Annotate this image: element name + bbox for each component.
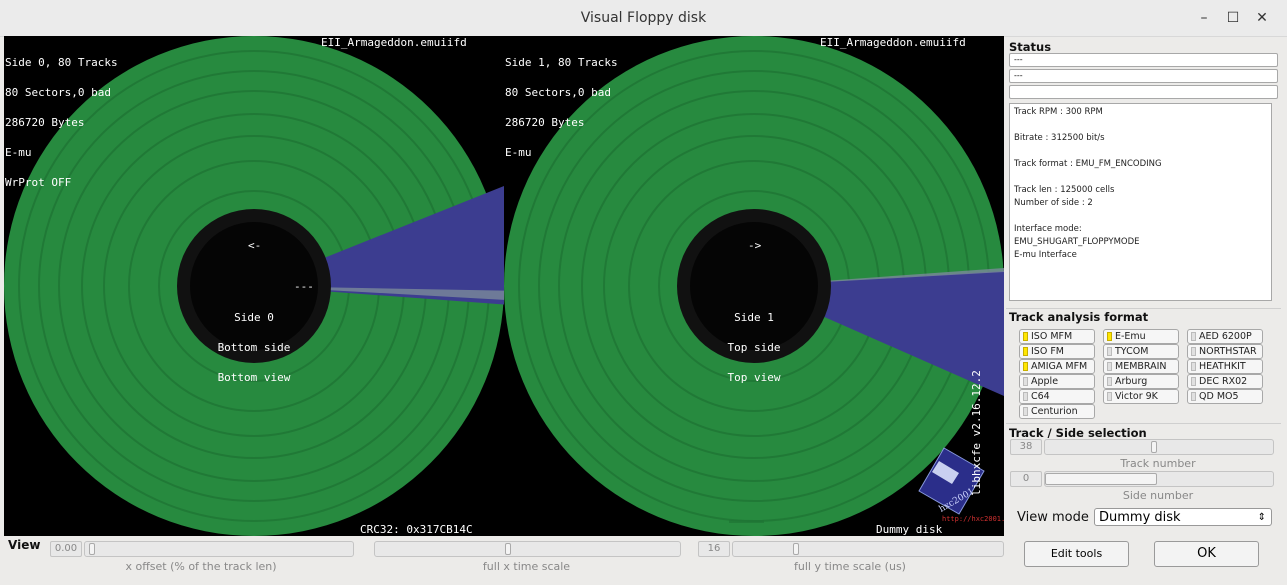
format-indicator-icon [1023,407,1028,416]
disk-view[interactable]: hxc2001 Side 0, 80 Tracks 80 Sectors,0 b… [4,36,1004,536]
format-amiga-mfm[interactable]: AMIGA MFM [1019,359,1095,374]
format-c64[interactable]: C64 [1019,389,1095,404]
track-side-section: Track / Side selection 38 Track number 0… [1006,423,1281,537]
format-indicator-icon [1107,362,1112,371]
x-offset-label: x offset (% of the track len) [125,560,277,573]
url-text: http://hxc2001.com [942,515,1004,523]
status-field-3 [1009,85,1278,99]
format-indicator-icon [1023,332,1028,341]
format-indicator-icon [1191,332,1196,341]
format-indicator-icon [1107,392,1112,401]
format-tycom[interactable]: TYCOM [1103,344,1179,359]
side1-info: Side 1, 80 Tracks 80 Sectors,0 bad 28672… [505,56,618,159]
x-offset-slider[interactable] [84,541,354,557]
format-victor-9k[interactable]: Victor 9K [1103,389,1179,404]
side-slider-thumb[interactable] [1045,473,1157,485]
y-scale-label: full y time scale (us) [794,560,906,573]
side0-filename: EII_Armageddon.emuiifd [321,36,467,49]
side0-arrow: <- [248,239,262,252]
window-title: Visual Floppy disk [580,10,707,26]
format-e-emu[interactable]: E-Emu [1103,329,1179,344]
track-side-title: Track / Side selection [1009,426,1147,440]
format-iso-fm[interactable]: ISO FM [1019,344,1095,359]
view-mode-label: View mode [1017,510,1089,525]
x-scale-thumb[interactable] [505,543,511,555]
format-membrain[interactable]: MEMBRAIN [1103,359,1179,374]
side1-arrow: -> [748,239,762,252]
format-iso-mfm[interactable]: ISO MFM [1019,329,1095,344]
format-indicator-icon [1191,392,1196,401]
format-indicator-icon [1023,362,1028,371]
side1-label: Side 1 Top side Top view [727,311,781,384]
side1-filename: EII_Armageddon.emuiifd [820,36,966,49]
x-scale-slider[interactable] [374,541,681,557]
view-title: View [8,538,41,552]
format-northstar[interactable]: NORTHSTAR [1187,344,1263,359]
format-aed-6200p[interactable]: AED 6200P [1187,329,1263,344]
side-number-value[interactable]: 0 [1010,471,1042,487]
format-indicator-icon [1023,377,1028,386]
x-scale-label: full x time scale [482,560,571,573]
format-indicator-icon [1107,377,1112,386]
status-field-1: --- [1009,53,1278,67]
view-bar: View 0.00 x offset (% of the track len) … [4,537,1284,579]
view-mode-select[interactable]: Dummy disk ⇕ [1094,508,1272,526]
side0-dashes: --- [294,280,314,293]
disk-canvas: hxc2001 [4,36,1004,536]
x-offset-thumb[interactable] [89,543,95,555]
disk-type-text: Dummy disk [876,523,943,536]
status-field-2: --- [1009,69,1278,83]
format-heathkit[interactable]: HEATHKIT [1187,359,1263,374]
track-number-slider[interactable] [1044,439,1274,455]
edit-tools-button[interactable]: Edit tools [1024,541,1129,567]
format-apple[interactable]: Apple [1019,374,1095,389]
track-number-value[interactable]: 38 [1010,439,1042,455]
format-indicator-icon [1107,347,1112,356]
format-indicator-icon [1191,377,1196,386]
format-indicator-icon [1023,392,1028,401]
side0-info: Side 0, 80 Tracks 80 Sectors,0 bad 28672… [5,56,118,189]
format-centurion[interactable]: Centurion [1019,404,1095,419]
side-number-label: Side number [1122,489,1194,502]
y-scale-thumb[interactable] [793,543,799,555]
track-analysis-title: Track analysis format [1009,310,1149,324]
side-number-slider[interactable] [1044,471,1274,487]
track-slider-thumb[interactable] [1151,441,1157,453]
title-bar: Visual Floppy disk – ☐ ✕ [0,0,1287,37]
y-scale-value[interactable]: 16 [698,541,730,557]
ok-button[interactable]: OK [1154,541,1259,567]
select-arrow-icon: ⇕ [1257,512,1266,523]
minimize-icon[interactable]: – [1195,9,1213,27]
side0-label: Side 0 Bottom side Bottom view [217,311,291,384]
format-dec-rx02[interactable]: DEC RX02 [1187,374,1263,389]
format-qd-mo5[interactable]: QD MO5 [1187,389,1263,404]
format-indicator-icon [1023,347,1028,356]
version-text: libhxcfe v2.16.12.2 [970,370,983,496]
right-panel: Status --- --- Track RPM : 300 RPM Bitra… [1006,36,1281,536]
maximize-icon[interactable]: ☐ [1224,9,1242,27]
y-scale-slider[interactable] [732,541,1004,557]
format-indicator-icon [1191,347,1196,356]
track-info-box: Track RPM : 300 RPM Bitrate : 312500 bit… [1009,103,1272,301]
crc-text: CRC32: 0x317CB14C [360,523,473,536]
track-number-label: Track number [1120,457,1196,470]
track-analysis-section: Track analysis format ISO MFM E-Emu AED 62… [1006,308,1281,423]
close-icon[interactable]: ✕ [1253,9,1271,27]
format-indicator-icon [1191,362,1196,371]
status-title: Status [1009,40,1052,54]
format-indicator-icon [1107,332,1112,341]
x-offset-value[interactable]: 0.00 [50,541,82,557]
format-arburg[interactable]: Arburg [1103,374,1179,389]
